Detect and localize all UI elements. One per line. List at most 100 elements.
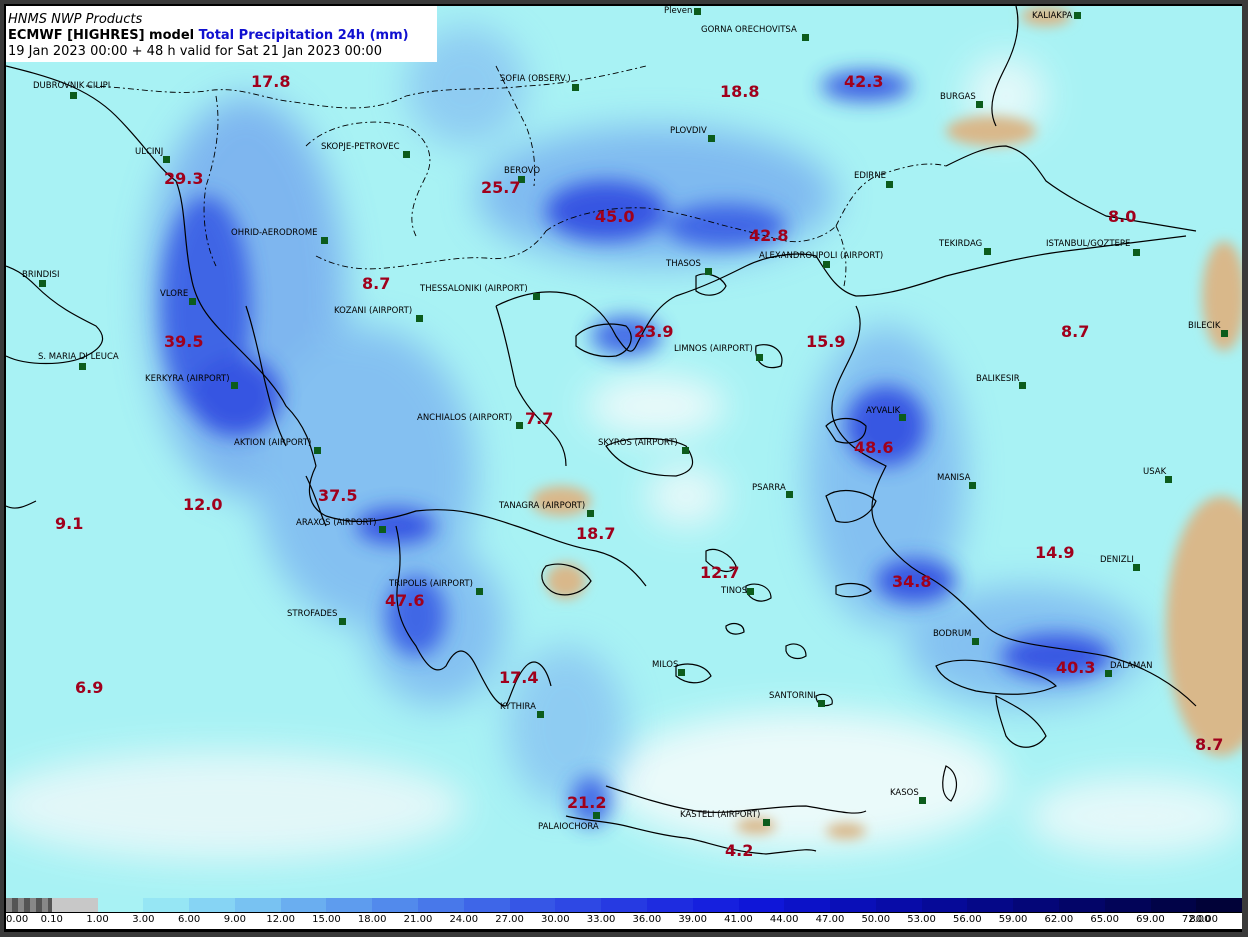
station-marker-burgas[interactable] — [976, 101, 983, 108]
station-marker-kerkyra[interactable] — [231, 382, 238, 389]
station-marker-strofades[interactable] — [339, 618, 346, 625]
precip-value: 23.9 — [634, 322, 674, 341]
precip-value: 39.5 — [164, 332, 204, 351]
station-marker-kythira[interactable] — [537, 711, 544, 718]
colorbar-tick-label: 6.00 — [177, 914, 201, 925]
precipitation-map[interactable]: HNMS NWP Products ECMWF [HIGHRES] model … — [6, 6, 1242, 898]
precip-value: 42.3 — [844, 72, 884, 91]
station-marker-dalaman[interactable] — [1105, 670, 1112, 677]
station-label-dalaman: DALAMAN — [1110, 661, 1153, 671]
precip-value: 29.3 — [164, 169, 204, 188]
station-marker-palaiochora[interactable] — [593, 812, 600, 819]
station-marker-tekirdag[interactable] — [984, 248, 991, 255]
station-marker-brindisi[interactable] — [39, 280, 46, 287]
station-label-plovdiv: PLOVDIV — [670, 126, 707, 136]
station-label-bodrum: BODRUM — [933, 629, 972, 639]
station-label-vlore: VLORE — [160, 289, 189, 299]
precip-value: 40.3 — [1056, 658, 1096, 677]
colorbar-segment — [921, 898, 968, 912]
station-marker-vlore[interactable] — [189, 298, 196, 305]
precip-value: 25.7 — [481, 178, 521, 197]
precip-value: 7.7 — [525, 409, 554, 428]
colorbar-segment — [555, 898, 602, 912]
station-marker-tinos[interactable] — [747, 588, 754, 595]
station-marker-santorini[interactable] — [818, 700, 825, 707]
station-marker-skopje[interactable] — [403, 151, 410, 158]
station-marker-thasos[interactable] — [705, 268, 712, 275]
colorbar-tick-label: 41.00 — [724, 914, 753, 925]
colorbar-segment — [326, 898, 373, 912]
station-marker-denizli[interactable] — [1133, 564, 1140, 571]
colorbar-tick-label: 3.00 — [132, 914, 155, 925]
station-marker-kozani[interactable] — [416, 315, 423, 322]
station-marker-alexandroupoli[interactable] — [823, 261, 830, 268]
station-marker-ulcinj[interactable] — [163, 156, 170, 163]
station-label-ohrid: OHRID-AERODROME — [231, 228, 318, 238]
precip-value: 15.9 — [806, 332, 846, 351]
precip-value: 47.6 — [385, 591, 425, 610]
station-marker-psarra[interactable] — [786, 491, 793, 498]
station-marker-edirne[interactable] — [886, 181, 893, 188]
colorbar-tick-label: 18.00 — [357, 914, 387, 925]
colorbar — [6, 898, 1243, 912]
precip-value: 8.0 — [1108, 207, 1137, 226]
station-marker-pleven[interactable] — [694, 8, 701, 15]
station-label-strofades: STROFADES — [287, 609, 338, 619]
precip-value: 12.7 — [700, 563, 740, 582]
station-label-dubrovnik: DUBROVNIK CILIPI — [33, 81, 111, 91]
colorbar-tick-label: 65.00 — [1090, 914, 1119, 925]
station-marker-manisa[interactable] — [969, 482, 976, 489]
colorbar-tick-label: 24.00 — [449, 914, 479, 925]
station-marker-limnos[interactable] — [756, 354, 763, 361]
station-label-milos: MILOS — [652, 660, 679, 670]
station-label-psarra: PSARRA — [752, 483, 786, 493]
station-marker-dubrovnik[interactable] — [70, 92, 77, 99]
station-marker-gorna[interactable] — [802, 34, 809, 41]
colorbar-tick-label: 9.00 — [223, 914, 247, 925]
precip-value: 9.1 — [55, 514, 84, 533]
precip-value: 8.7 — [1061, 322, 1090, 341]
station-marker-plovdiv[interactable] — [708, 135, 715, 142]
station-marker-leuca[interactable] — [79, 363, 86, 370]
station-label-tanagra: TANAGRA (AIRPORT) — [499, 501, 586, 511]
station-marker-tanagra[interactable] — [587, 510, 594, 517]
station-marker-balikesir[interactable] — [1019, 382, 1026, 389]
precip-value: 8.7 — [362, 274, 391, 293]
colorbar-segment — [6, 898, 52, 912]
station-marker-istanbul[interactable] — [1133, 249, 1140, 256]
station-marker-araxos[interactable] — [379, 526, 386, 533]
station-label-usak: USAK — [1143, 467, 1167, 477]
colorbar-segment — [784, 898, 831, 912]
station-marker-usak[interactable] — [1165, 476, 1172, 483]
colorbar-tick-label: 12.00 — [266, 914, 295, 925]
station-label-denizli: DENIZLI — [1100, 555, 1134, 565]
station-label-limnos: LIMNOS (AIRPORT) — [674, 344, 753, 354]
station-marker-anchialos[interactable] — [516, 422, 523, 429]
station-label-araxos: ARAXOS (AIRPORT) — [296, 518, 377, 528]
station-marker-milos[interactable] — [678, 669, 685, 676]
station-label-ulcinj: ULCINJ — [135, 147, 164, 157]
station-marker-skyros[interactable] — [682, 447, 689, 454]
station-label-istanbul: ISTANBUL/GOZTEPE — [1046, 239, 1131, 249]
colorbar-segment — [1196, 898, 1243, 912]
colorbar-segment — [418, 898, 464, 912]
station-marker-bodrum[interactable] — [972, 638, 979, 645]
colorbar-tick-label: 33.00 — [586, 914, 616, 925]
station-marker-kasos[interactable] — [919, 797, 926, 804]
colorbar-tick-label: 53.00 — [907, 914, 936, 925]
colorbar-tick-label: 30.00 — [541, 914, 570, 925]
station-marker-kasteli[interactable] — [763, 819, 770, 826]
station-marker-bilecik[interactable] — [1221, 330, 1228, 337]
colorbar-tick-label: 44.00 — [769, 914, 799, 925]
colorbar-segment — [601, 898, 647, 912]
colorbar-tick-label: 47.00 — [815, 914, 845, 925]
station-marker-kaliakra[interactable] — [1074, 12, 1081, 19]
station-marker-ayvalik[interactable] — [899, 414, 906, 421]
colorbar-segment — [967, 898, 1014, 912]
station-marker-thessaloniki[interactable] — [533, 293, 540, 300]
station-marker-sofia[interactable] — [572, 84, 579, 91]
station-marker-ohrid[interactable] — [321, 237, 328, 244]
station-label-tripolis: TRIPOLIS (AIRPORT) — [389, 579, 473, 589]
station-marker-tripolis[interactable] — [476, 588, 483, 595]
station-marker-aktion[interactable] — [314, 447, 321, 454]
